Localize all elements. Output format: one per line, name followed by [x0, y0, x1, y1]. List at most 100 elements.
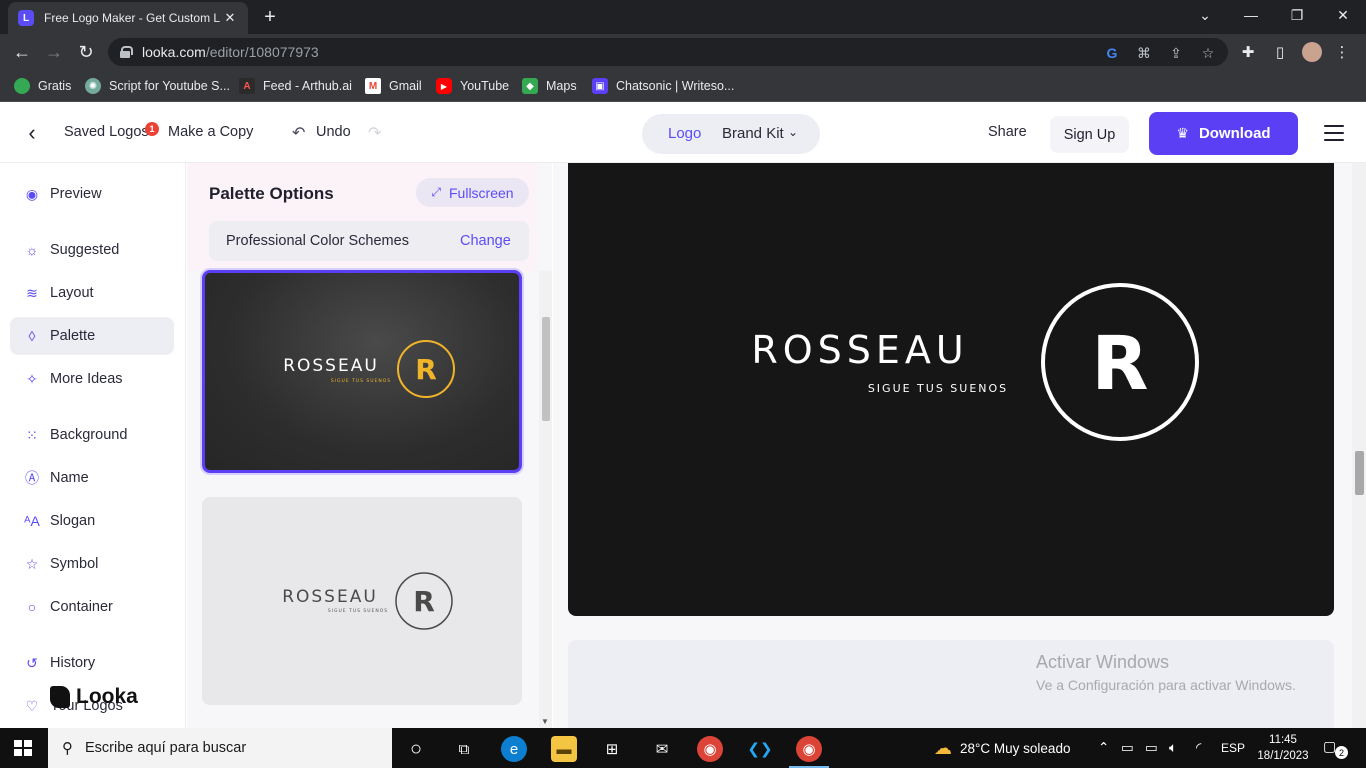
chrome-icon[interactable]: ◉ — [697, 736, 723, 762]
sidebar-item-name[interactable]: Ⓐ Name — [10, 459, 174, 497]
mail-icon[interactable]: ✉ — [649, 736, 675, 762]
microsoft-store-icon[interactable]: ⊞ — [599, 736, 625, 762]
battery-icon[interactable]: ▭ — [1145, 728, 1158, 768]
reload-icon[interactable]: ↻ — [74, 40, 98, 64]
download-button[interactable]: ♛ Download — [1149, 112, 1298, 155]
sidebar-item-slogan[interactable]: ᴬA Slogan — [10, 502, 174, 540]
sidebar-item-background[interactable]: ⁙ Background — [10, 416, 174, 454]
windows-activation-title: Activar Windows — [1036, 652, 1170, 672]
taskbar-clock[interactable]: 11:45 18/1/2023 — [1255, 732, 1311, 764]
task-view-icon[interactable]: ⧉ — [451, 736, 477, 762]
tab-close-icon[interactable]: ✕ — [222, 10, 238, 26]
palette-scroll-thumb[interactable] — [542, 317, 550, 421]
file-explorer-icon[interactable]: ▬ — [551, 736, 577, 762]
chevron-down-icon[interactable]: ⌄ — [788, 125, 798, 139]
profile-avatar[interactable] — [1300, 40, 1324, 64]
scroll-down-arrow-icon[interactable]: ▼ — [541, 717, 549, 726]
palette-option-light[interactable]: ROSSEAU SIGUE TUS SUENOS R — [202, 497, 522, 705]
notifications-icon[interactable]: ▢ 2 — [1323, 738, 1348, 759]
logo-name-text: ROSSEAU — [751, 328, 968, 372]
chrome-profile-icon[interactable]: ◉ — [796, 736, 822, 762]
restore-button[interactable]: ❐ — [1274, 0, 1320, 30]
sidebar-item-symbol[interactable]: ☆ Symbol — [10, 545, 174, 583]
tray-overflow-chevron-icon[interactable]: ⌃ — [1098, 728, 1109, 768]
partly-sunny-icon: ☁ — [934, 737, 952, 758]
sidebar-item-preview[interactable]: ◉ Preview — [10, 175, 174, 213]
back-nav-icon[interactable]: ← — [10, 40, 34, 64]
meet-now-icon[interactable]: ▭ — [1121, 728, 1134, 768]
sidebar-item-layout[interactable]: ≋ Layout — [10, 274, 174, 312]
minimize-button[interactable]: — — [1228, 0, 1274, 30]
bookmark-star-icon[interactable]: ☆ — [1199, 44, 1217, 62]
fullscreen-button[interactable]: ⤢ Fullscreen — [416, 178, 529, 207]
back-arrow-icon[interactable]: ‹ — [20, 120, 44, 145]
sign-up-button[interactable]: Sign Up — [1050, 116, 1129, 153]
language-indicator[interactable]: ESP — [1221, 728, 1245, 768]
logo-preview-large[interactable]: ROSSEAU SIGUE TUS SUENOS R — [568, 163, 1334, 616]
palette-scrollbar[interactable]: ▼ — [539, 271, 552, 728]
sidebar-item-label: Layout — [50, 285, 94, 301]
bookmark-arthub[interactable]: A Feed - Arthub.ai — [239, 76, 352, 96]
bookmark-script-youtube[interactable]: ✺ Script for Youtube S... — [85, 76, 230, 96]
looka-logo: Looka — [50, 685, 138, 709]
sidebar-item-history[interactable]: ↺ History — [10, 644, 174, 682]
cortana-icon[interactable]: ○ — [403, 736, 429, 762]
logo-canvas: ROSSEAU SIGUE TUS SUENOS R — [553, 163, 1352, 740]
new-tab-button[interactable]: + — [258, 5, 282, 29]
taskbar-search-input[interactable]: ⚲ Escribe aquí para buscar — [48, 728, 392, 768]
wifi-icon[interactable]: ◜ — [1196, 728, 1201, 768]
page-scroll-thumb[interactable] — [1355, 451, 1364, 495]
page-scrollbar[interactable] — [1352, 163, 1366, 728]
bookmark-gratis[interactable]: Gratis — [14, 76, 71, 96]
edge-icon[interactable]: e — [501, 736, 527, 762]
make-copy-link[interactable]: Make a Copy — [168, 124, 253, 140]
clock-date: 18/1/2023 — [1257, 750, 1309, 762]
bookmark-gmail[interactable]: M Gmail — [365, 76, 422, 96]
sidebar-item-palette[interactable]: ◊ Palette — [10, 317, 174, 355]
windows-start-icon[interactable] — [14, 740, 32, 756]
bookmark-youtube[interactable]: ▶ YouTube — [436, 76, 509, 96]
browser-menu-icon[interactable]: ⋮ — [1330, 40, 1354, 64]
translate-icon[interactable]: ⌘ — [1135, 44, 1153, 62]
looka-favicon-icon: L — [18, 10, 34, 26]
thumb-logo-name: ROSSEAU — [283, 356, 379, 376]
bookmark-label: Gmail — [389, 79, 422, 93]
bookmark-chatsonic[interactable]: ▣ Chatsonic | Writeso... — [592, 76, 734, 96]
scheme-label: Professional Color Schemes — [226, 233, 409, 249]
close-window-button[interactable]: ✕ — [1320, 0, 1366, 30]
side-panel-icon[interactable]: ▯ — [1268, 40, 1292, 64]
redo-icon[interactable]: ↷ — [368, 123, 381, 143]
forward-nav-icon[interactable]: → — [42, 40, 66, 64]
sidebar-item-label: Container — [50, 599, 113, 615]
saved-logos-link[interactable]: Saved Logos — [64, 124, 149, 140]
undo-icon[interactable]: ↶ — [292, 123, 305, 143]
sidebar-item-container[interactable]: ○ Container — [10, 588, 174, 626]
looka-wordmark: Looka — [76, 685, 138, 708]
bookmark-label: YouTube — [460, 79, 510, 93]
palette-option-dark-selected[interactable]: ROSSEAU SIGUE TUS SUENOS R — [202, 270, 522, 473]
extensions-puzzle-icon[interactable]: ✚ — [1236, 40, 1260, 64]
weather-widget[interactable]: ☁ 28°C Muy soleado — [934, 728, 1070, 768]
bookmark-maps[interactable]: ◆ Maps — [522, 76, 577, 96]
sidebar-item-more-ideas[interactable]: ✧ More Ideas — [10, 360, 174, 398]
vscode-icon[interactable]: ❮❯ — [747, 736, 773, 762]
url-field[interactable]: looka.com/editor/108077973 G ⌘ ⇪ ☆ — [108, 38, 1228, 66]
browser-tab[interactable]: L Free Logo Maker - Get Custom L ✕ — [8, 2, 248, 34]
tab-brand-kit[interactable]: Brand Kit — [722, 125, 784, 142]
share-button[interactable]: Share — [988, 124, 1027, 140]
undo-button[interactable]: Undo — [316, 124, 351, 140]
volume-icon[interactable]: 🔈︎ — [1169, 728, 1177, 768]
hamburger-menu-icon[interactable] — [1324, 125, 1344, 141]
share-page-icon[interactable]: ⇪ — [1167, 44, 1185, 62]
tab-logo[interactable]: Logo — [668, 125, 701, 142]
bookmark-label: Gratis — [38, 79, 72, 93]
url-domain: looka.com — [142, 44, 206, 60]
sidebar-item-suggested[interactable]: ☼ Suggested — [10, 231, 174, 269]
scheme-change-button[interactable]: Change — [460, 233, 511, 249]
tab-search-chevron-icon[interactable]: ⌄ — [1182, 0, 1228, 30]
green-dot-icon — [14, 78, 30, 94]
google-icon[interactable]: G — [1103, 44, 1121, 62]
chatsonic-icon: ▣ — [592, 78, 608, 94]
openai-icon: ✺ — [85, 78, 101, 94]
sidebar-item-label: Background — [50, 427, 128, 443]
